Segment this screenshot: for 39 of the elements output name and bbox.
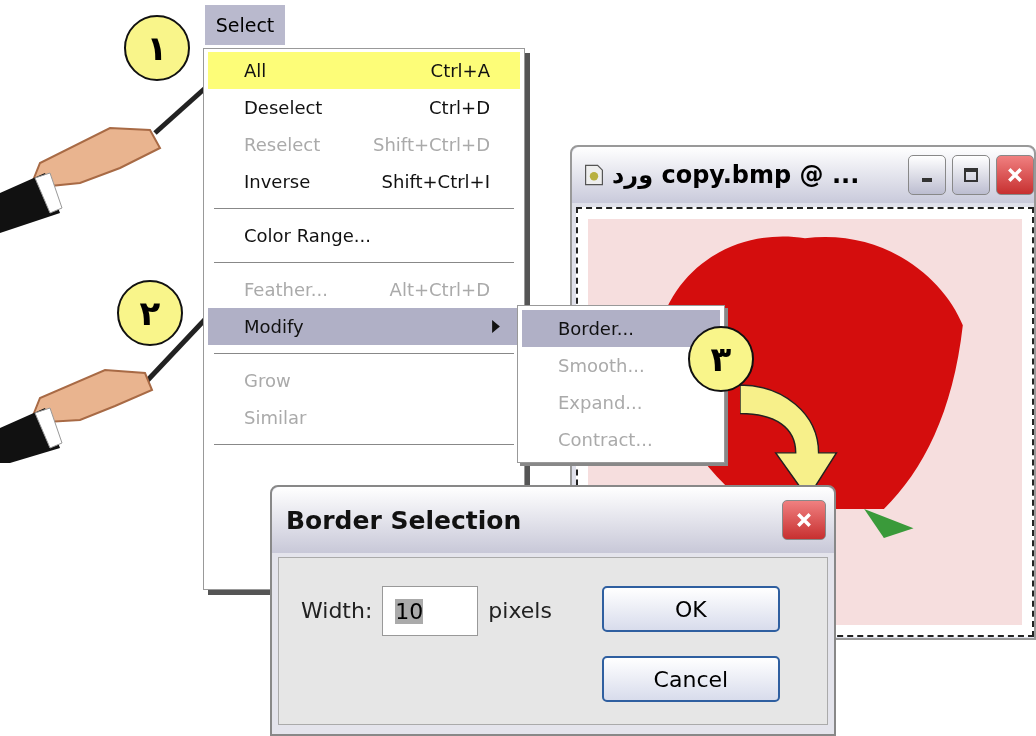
dialog-title: Border Selection (286, 505, 522, 535)
menu-item[interactable]: Border... (522, 310, 720, 347)
ok-button[interactable]: OK (601, 586, 780, 632)
menu-item-label: Color Range... (244, 225, 372, 246)
shortcut-label: Shift+Ctrl+D (373, 134, 490, 155)
close-icon (1007, 167, 1023, 183)
shortcut-label: Ctrl+D (429, 97, 490, 118)
menu-item-label: Inverse (244, 171, 312, 192)
close-button[interactable] (782, 500, 826, 540)
menu-item-label: Feather... (244, 279, 329, 300)
menu-item-label: Deselect (244, 97, 324, 118)
menu-item[interactable]: Deselect Ctrl+D (208, 89, 520, 126)
field-label: Width: (301, 598, 373, 623)
window-title: ورد copy.bmp @ ... (612, 161, 861, 189)
maximize-button[interactable] (952, 155, 990, 195)
maximize-icon (964, 168, 978, 182)
step-number-badge: ٢ (117, 280, 183, 346)
close-button[interactable] (996, 155, 1034, 195)
menu-item-label: Modify (244, 316, 305, 337)
shortcut-label: Alt+Ctrl+D (389, 279, 490, 300)
close-icon (796, 512, 812, 528)
shortcut-label: Shift+Ctrl+I (381, 171, 490, 192)
cancel-button[interactable]: Cancel (601, 656, 780, 702)
menu-title[interactable]: Select (205, 5, 285, 45)
shortcut-label: Ctrl+A (430, 60, 490, 81)
step-number-badge: ١ (124, 15, 190, 81)
menu-item-label: Reselect (244, 134, 322, 155)
unit-label: pixels (488, 598, 552, 623)
width-input-field[interactable]: 10 (382, 586, 479, 636)
menu-item[interactable]: Color Range... (208, 217, 520, 254)
menu-item[interactable]: All Ctrl+A (208, 52, 520, 89)
minimize-button[interactable] (908, 155, 946, 195)
menu-item[interactable]: Modify (208, 308, 520, 345)
menu-item-label: Grow (244, 370, 292, 391)
menu-item-label: Similar (244, 407, 308, 428)
menu-item-label: All (244, 60, 268, 81)
document-icon (582, 163, 606, 187)
menu-item[interactable]: Inverse Shift+Ctrl+I (208, 163, 520, 200)
minimize-icon (922, 178, 932, 182)
